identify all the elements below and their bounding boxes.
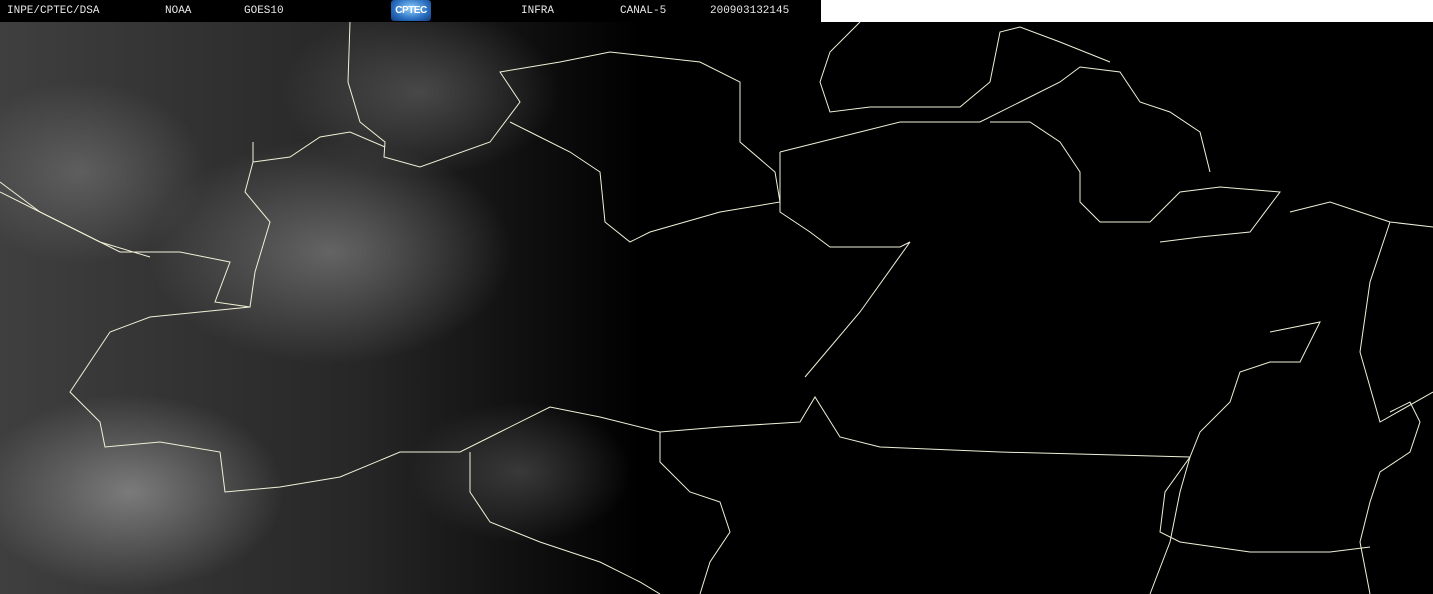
border-line — [1359, 221, 1433, 423]
border-line — [1289, 201, 1433, 228]
border-line — [1149, 456, 1191, 594]
agency-label: NOAA — [165, 5, 192, 17]
border-line — [819, 22, 1111, 113]
border-line — [1159, 321, 1371, 553]
border-line — [0, 161, 271, 308]
channel-label: CANAL-5 — [620, 5, 667, 17]
border-line — [469, 452, 661, 594]
border-lines — [0, 22, 1433, 594]
border-line — [252, 131, 386, 163]
border-line — [659, 432, 731, 594]
border-line — [990, 121, 1281, 243]
border-line — [779, 66, 1211, 173]
satellite-image — [0, 22, 1433, 594]
timestamp-label: 200903132145 — [710, 5, 790, 17]
border-line — [779, 152, 911, 378]
product-label: INFRA — [521, 5, 555, 17]
border-line — [347, 22, 781, 243]
border-line — [69, 306, 1191, 493]
source-label: INPE/CPTEC/DSA — [7, 5, 100, 17]
border-line — [0, 181, 151, 258]
blank-strip — [821, 0, 1433, 22]
border-line — [1359, 401, 1421, 594]
image-header: INPE/CPTEC/DSA NOAA GOES10 CPTEC INFRA C… — [0, 0, 821, 22]
satellite-label: GOES10 — [244, 5, 284, 17]
cptec-logo: CPTEC — [391, 0, 431, 21]
